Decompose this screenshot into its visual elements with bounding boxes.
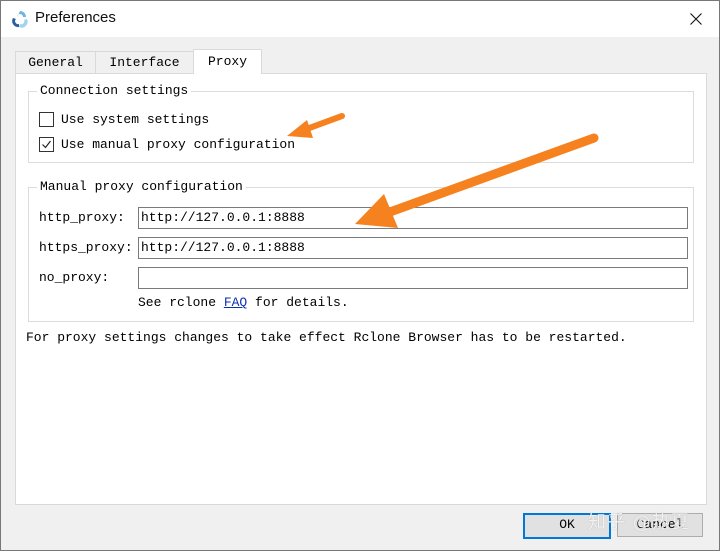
use-manual-proxy-option[interactable]: Use manual proxy configuration xyxy=(39,135,295,153)
title-bar: Preferences xyxy=(1,1,719,37)
no-proxy-input[interactable] xyxy=(138,267,688,289)
manual-proxy-title: Manual proxy configuration xyxy=(37,179,246,195)
window-title: Preferences xyxy=(35,9,116,26)
faq-hint: See rclone FAQ for details. xyxy=(138,295,349,310)
http-proxy-input[interactable]: http://127.0.0.1:8888 xyxy=(138,207,688,229)
https-proxy-label: https_proxy: xyxy=(39,240,133,255)
tab-general[interactable]: General xyxy=(15,51,96,73)
faq-link[interactable]: FAQ xyxy=(224,295,247,310)
tab-proxy[interactable]: Proxy xyxy=(193,49,262,74)
watermark: 知乎 @热夏 xyxy=(588,512,690,533)
http-proxy-label: http_proxy: xyxy=(39,210,125,225)
proxy-tab-page: Connection settings Use system settings … xyxy=(15,73,707,505)
use-system-settings-label: Use system settings xyxy=(61,111,210,127)
connection-settings-title: Connection settings xyxy=(37,83,192,99)
https-proxy-input[interactable]: http://127.0.0.1:8888 xyxy=(138,237,688,259)
rclone-logo-icon xyxy=(10,9,30,29)
close-button[interactable] xyxy=(673,1,719,37)
use-system-settings-option[interactable]: Use system settings xyxy=(39,110,209,128)
faq-hint-prefix: See rclone xyxy=(138,295,224,310)
checkmark-icon xyxy=(42,140,51,148)
connection-settings-group: Connection settings Use system settings … xyxy=(28,83,694,163)
use-manual-proxy-checkbox[interactable] xyxy=(39,136,54,152)
restart-note: For proxy settings changes to take effec… xyxy=(26,330,627,345)
preferences-dialog: Preferences General Interface Proxy Conn… xyxy=(0,0,720,551)
tab-interface[interactable]: Interface xyxy=(95,51,194,73)
manual-proxy-group: Manual proxy configuration http_proxy: h… xyxy=(28,179,694,322)
close-icon xyxy=(690,13,702,25)
no-proxy-label: no_proxy: xyxy=(39,270,110,285)
use-system-settings-checkbox[interactable] xyxy=(39,111,54,127)
use-manual-proxy-label: Use manual proxy configuration xyxy=(61,136,296,152)
faq-hint-suffix: for details. xyxy=(247,295,349,310)
